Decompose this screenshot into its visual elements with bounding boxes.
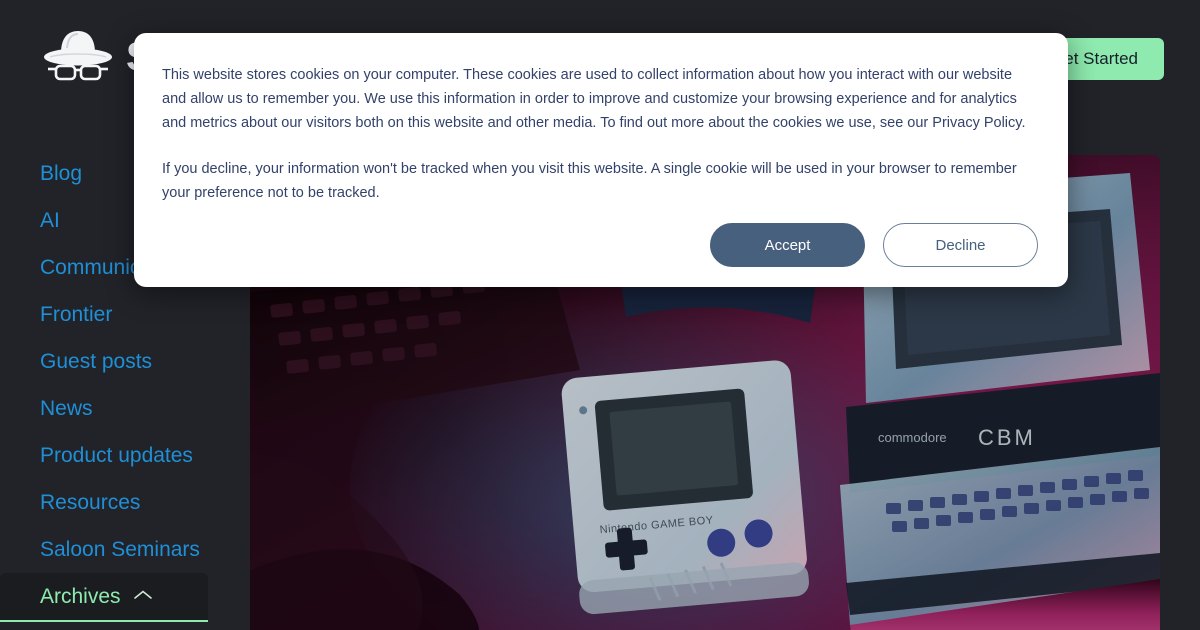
decline-cookies-button[interactable]: Decline [883, 223, 1038, 267]
sidebar-item-label: Archives [40, 584, 121, 608]
accept-cookies-button[interactable]: Accept [710, 223, 865, 267]
cowboy-hat-glasses-icon [40, 26, 116, 88]
page-root: Sa Get Started Blog AI Communication Fro… [0, 0, 1200, 630]
chevron-up-icon[interactable] [133, 588, 153, 606]
sidebar-item-product-updates[interactable]: Product updates [0, 432, 215, 479]
cookie-paragraph-primary: This website stores cookies on your comp… [162, 67, 1026, 131]
sidebar-item-frontier[interactable]: Frontier [0, 291, 215, 338]
sidebar-item-guest-posts[interactable]: Guest posts [0, 338, 215, 385]
sidebar-item-resources[interactable]: Resources [0, 479, 215, 526]
cookie-actions: Accept Decline [710, 223, 1038, 267]
sidebar-item-news[interactable]: News [0, 385, 215, 432]
cookie-paragraph-secondary: If you decline, your information won't b… [162, 161, 1017, 201]
sidebar-item-archives[interactable]: Archives [0, 573, 208, 622]
cookie-consent-dialog: This website stores cookies on your comp… [134, 33, 1068, 287]
sidebar-item-saloon-seminars[interactable]: Saloon Seminars [0, 526, 215, 573]
